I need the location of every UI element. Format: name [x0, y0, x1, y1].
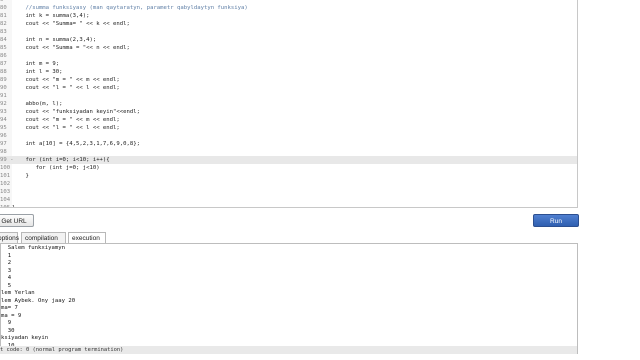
- code-text: }: [12, 205, 16, 208]
- line-number: 82: [0, 21, 7, 27]
- output-line: 1: [1, 252, 12, 259]
- output-line: 5: [1, 282, 12, 289]
- line-number: 90: [0, 85, 7, 91]
- line-number: 89: [0, 77, 7, 83]
- output-line: 2: [1, 260, 12, 266]
- code-text: for (int i=0; i<10; i++){: [12, 157, 110, 163]
- line-number: 88: [0, 69, 7, 75]
- code-line[interactable]: 97 int a[10] = {4,5,2,3,1,7,6,9,0,8};: [0, 140, 577, 148]
- exit-status-bar: t code: 0 (normal program termination): [0, 346, 577, 354]
- code-text: int l = 30;: [12, 69, 63, 75]
- code-line[interactable]: 101 }: [0, 172, 577, 180]
- line-number: 83: [0, 29, 7, 35]
- code-line[interactable]: 88 int l = 30;: [0, 68, 577, 76]
- run-button[interactable]: Run: [533, 214, 579, 227]
- line-number: 92: [0, 101, 7, 107]
- code-text: int m = 9;: [12, 61, 60, 67]
- code-text: abbo(m, l);: [12, 101, 63, 107]
- code-text: int n = summa(2,3,4);: [12, 37, 97, 43]
- line-number: 97: [0, 141, 7, 147]
- line-number: 99 -: [0, 157, 14, 163]
- output-line: ma= 7: [1, 305, 18, 311]
- code-line[interactable]: 90 cout << "l = " << l << endl;: [0, 84, 577, 92]
- get-url-button[interactable]: Get URL: [0, 214, 34, 227]
- code-line[interactable]: 105}: [0, 204, 577, 208]
- code-line[interactable]: 104: [0, 196, 577, 204]
- output-line: ksiyadan keyin: [1, 335, 49, 341]
- execution-output-panel: Salem funkxiyamyn 1 2 3 4 5 lem Yerlan lem…: [0, 243, 578, 354]
- line-number: 98: [0, 149, 7, 155]
- output-line: 4: [1, 275, 12, 281]
- line-number: 91: [0, 93, 7, 99]
- code-line[interactable]: 100 for (int j=0; j<10): [0, 164, 577, 172]
- tab-execution[interactable]: execution: [68, 232, 106, 243]
- line-number: 105: [0, 205, 11, 208]
- line-number: 101: [0, 173, 11, 179]
- code-line[interactable]: 81 int k = summa(3,4);: [0, 12, 577, 20]
- line-number: 81: [0, 13, 7, 19]
- code-text: cout << "l = " << l << endl;: [12, 125, 120, 131]
- output-line: lem Yerlan: [1, 290, 35, 296]
- line-number: 103: [0, 189, 11, 195]
- code-line[interactable]: 103: [0, 188, 577, 196]
- code-line[interactable]: 89 cout << "m = " << m << endl;: [0, 76, 577, 84]
- line-number: 87: [0, 61, 7, 67]
- code-text: int k = summa(3,4);: [12, 13, 90, 19]
- output-line: 30: [1, 327, 15, 334]
- code-line[interactable]: 93 cout << "funksiyadan keyin"<<endl;: [0, 108, 577, 116]
- code-line[interactable]: 99 - for (int i=0; i<10; i++){: [0, 156, 577, 164]
- output-line: Salem funkxiyamyn: [1, 245, 65, 251]
- line-number: 104: [0, 197, 11, 203]
- code-line[interactable]: 96: [0, 132, 577, 140]
- code-line[interactable]: 98: [0, 148, 577, 156]
- code-line[interactable]: 82 cout << "Summa= " << k << endl;: [0, 20, 577, 28]
- line-number: 86: [0, 53, 7, 59]
- code-line[interactable]: 84 int n = summa(2,3,4);: [0, 36, 577, 44]
- code-text: cout << "m = " << m << endl;: [12, 117, 120, 123]
- code-editor[interactable]: 0 80 //summa funksiyasy (man qaytaratyn, …: [0, 0, 578, 208]
- output-line: lem Aybek. Ony jaay 20: [1, 297, 76, 304]
- line-number: 93: [0, 109, 7, 115]
- output-line: 9: [1, 320, 12, 326]
- code-text: cout << "m = " << m << endl;: [12, 77, 120, 83]
- code-text: cout << "Summa= " << k << endl;: [12, 21, 130, 27]
- code-text: cout << "funksiyadan keyin"<<endl;: [12, 109, 140, 115]
- line-number: 95: [0, 125, 7, 131]
- code-line[interactable]: 94 cout << "m = " << m << endl;: [0, 116, 577, 124]
- code-line[interactable]: 80 //summa funksiyasy (man qaytaratyn, p…: [0, 4, 577, 12]
- code-text: cout << "Summa = "<< n << endl;: [12, 45, 130, 51]
- line-number: 96: [0, 133, 7, 139]
- code-line[interactable]: 87 int m = 9;: [0, 60, 577, 68]
- code-line[interactable]: 85 cout << "Summa = "<< n << endl;: [0, 44, 577, 52]
- line-number: 85: [0, 45, 7, 51]
- code-text: int a[10] = {4,5,2,3,1,7,6,9,0,8};: [12, 141, 140, 147]
- line-number: 80: [0, 5, 7, 11]
- code-line[interactable]: 86: [0, 52, 577, 60]
- code-line[interactable]: 92 abbo(m, l);: [0, 100, 577, 108]
- line-number: 84: [0, 37, 7, 43]
- tab-options[interactable]: options: [0, 232, 19, 243]
- code-line[interactable]: 102: [0, 180, 577, 188]
- tab-compilation[interactable]: compilation: [21, 232, 66, 243]
- code-text: for (int j=0; j<10): [12, 165, 100, 171]
- output-line: ma = 9: [1, 312, 22, 319]
- line-number: 100: [0, 165, 11, 171]
- code-line[interactable]: 91: [0, 92, 577, 100]
- code-line[interactable]: 95 cout << "l = " << l << endl;: [0, 124, 577, 132]
- line-number: 94: [0, 117, 7, 123]
- code-text: }: [12, 173, 29, 179]
- code-text: //summa funksiyasy (man qaytaratyn, para…: [12, 5, 248, 11]
- code-text: cout << "l = " << l << endl;: [12, 85, 120, 91]
- line-number: 102: [0, 181, 11, 187]
- output-line: 3: [1, 267, 12, 274]
- code-line[interactable]: 83: [0, 28, 577, 36]
